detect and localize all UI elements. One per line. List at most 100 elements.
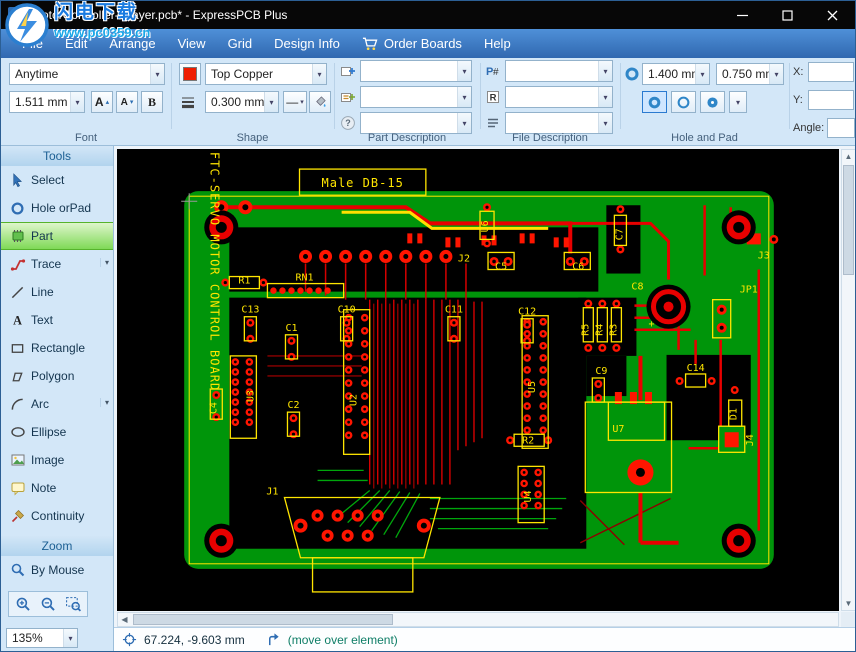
tool-trace[interactable]: Trace ▾ xyxy=(1,250,113,278)
ellipse-icon xyxy=(8,424,27,440)
font-increase-label: A xyxy=(94,95,104,109)
zoom-by-mouse[interactable]: By Mouse xyxy=(1,556,113,584)
minimize-button[interactable] xyxy=(720,1,765,29)
titlebar: MotorController-2Layer.pcb* - ExpressPCB… xyxy=(1,1,855,29)
tool-polygon[interactable]: Polygon xyxy=(1,362,113,390)
hole-diameter-select[interactable]: 0.750 mm▾ xyxy=(716,63,784,85)
chevron-down-icon: ▾ xyxy=(695,64,709,84)
close-icon xyxy=(827,10,838,20)
menu-label: Arrange xyxy=(109,36,156,51)
part-desc-combo-1[interactable]: ▾ xyxy=(360,60,472,82)
menu-design-info[interactable]: Design Info xyxy=(263,29,351,58)
component-label: U6 xyxy=(480,220,491,232)
pcb-canvas[interactable]: Male DB-15 FTC-SERVO MOTOR CONTROL BOARD… xyxy=(117,149,839,611)
component-label: C1 xyxy=(285,323,297,334)
trace-icon xyxy=(8,256,27,272)
vertical-scrollbar[interactable]: ▲ ▼ xyxy=(841,149,855,611)
font-increase-button[interactable]: A ▴ xyxy=(91,91,113,113)
tool-image[interactable]: Image xyxy=(1,446,113,474)
tool-arc[interactable]: Arc ▾ xyxy=(1,390,113,418)
font-family-select[interactable]: Anytime ▾ xyxy=(9,63,165,85)
font-size-select[interactable]: 1.511 mm ▾ xyxy=(9,91,85,113)
component-label: J2 xyxy=(458,253,470,264)
tools-list: Select Hole orPad Part Trace ▾ Line A Text Recta… xyxy=(1,166,113,530)
menu-label: File xyxy=(22,36,43,51)
maximize-button[interactable] xyxy=(765,1,810,29)
menu-label: Order Boards xyxy=(383,36,462,51)
layer-select[interactable]: Top Copper ▾ xyxy=(205,63,327,85)
font-decrease-button[interactable]: A ▾ xyxy=(116,91,138,113)
tool-ellipse[interactable]: Ellipse xyxy=(1,418,113,446)
statusbar: 67.224, -9.603 mm (move over element) xyxy=(114,627,855,651)
line-style-button[interactable]: — ▾ xyxy=(283,91,307,113)
menu-label: Design Info xyxy=(274,36,340,51)
tool-note[interactable]: Note xyxy=(1,474,113,502)
chevron-down-icon[interactable]: ▾ xyxy=(99,258,109,267)
canvas-area: Male DB-15 FTC-SERVO MOTOR CONTROL BOARD… xyxy=(114,146,855,629)
file-desc-combo-2[interactable]: ▾ xyxy=(505,86,613,108)
tool-text[interactable]: A Text xyxy=(1,306,113,334)
zoom-level-value: 135% xyxy=(12,631,43,645)
magnifier-mouse-icon xyxy=(8,562,27,578)
component-label: RN1 xyxy=(295,273,313,284)
zoom-out-button[interactable] xyxy=(37,594,59,614)
zoom-out-icon xyxy=(41,597,55,611)
tool-part[interactable]: Part xyxy=(1,222,113,250)
menu-help[interactable]: Help xyxy=(473,29,522,58)
file-desc-combo-3[interactable]: ▾ xyxy=(505,112,613,134)
tool-rectangle[interactable]: Rectangle xyxy=(1,334,113,362)
position-crosshair-icon xyxy=(122,632,137,647)
component-label: C8 xyxy=(631,282,643,293)
component-label: J3 xyxy=(758,250,770,261)
menu-grid[interactable]: Grid xyxy=(217,29,264,58)
part-desc-combo-2[interactable]: ▾ xyxy=(360,86,472,108)
menu-file[interactable]: File xyxy=(11,29,54,58)
pad-type-filled-button[interactable] xyxy=(700,91,725,113)
scroll-up-arrow[interactable]: ▲ xyxy=(842,150,855,163)
pad-type-ring-button[interactable] xyxy=(671,91,696,113)
menu-view[interactable]: View xyxy=(167,29,217,58)
tool-continuity[interactable]: Continuity xyxy=(1,502,113,530)
scroll-left-arrow[interactable]: ◀ xyxy=(118,613,131,626)
vertical-scroll-thumb[interactable] xyxy=(843,165,854,275)
layer-value: Top Copper xyxy=(211,67,274,81)
pad-type-through-button[interactable] xyxy=(642,91,667,113)
close-button[interactable] xyxy=(810,1,855,29)
zoom-window-button[interactable] xyxy=(62,594,84,614)
menu-edit[interactable]: Edit xyxy=(54,29,98,58)
zoom-level-select[interactable]: 135% ▾ xyxy=(6,628,78,648)
layer-color-button[interactable] xyxy=(179,63,201,85)
hole-pad-icon xyxy=(8,200,27,216)
component-label: JP1 xyxy=(740,285,758,296)
menu-arrange[interactable]: Arrange xyxy=(98,29,166,58)
part-desc-combo-3[interactable]: ▾ xyxy=(360,112,472,134)
chevron-down-icon[interactable]: ▾ xyxy=(99,398,109,407)
increase-arrow-icon: ▴ xyxy=(105,98,110,106)
file-desc-combo-1[interactable]: ▾ xyxy=(505,60,613,82)
horizontal-scroll-thumb[interactable] xyxy=(133,614,393,625)
component-label: R5 xyxy=(580,324,591,336)
through-pad-icon xyxy=(648,96,661,108)
component-label: R4 xyxy=(594,324,605,336)
line-width-select[interactable]: 0.300 mm ▾ xyxy=(205,91,279,113)
x-input[interactable] xyxy=(808,62,854,82)
scroll-down-arrow[interactable]: ▼ xyxy=(842,597,855,610)
angle-input[interactable] xyxy=(827,118,855,138)
component-label: C6 xyxy=(572,262,584,273)
tool-select[interactable]: Select xyxy=(1,166,113,194)
tool-hole-orpad[interactable]: Hole orPad xyxy=(1,194,113,222)
horizontal-scrollbar[interactable]: ◀ xyxy=(117,612,839,627)
tool-line[interactable]: Line xyxy=(1,278,113,306)
y-input[interactable] xyxy=(808,90,854,110)
pad-diameter-select[interactable]: 1.400 mm▾ xyxy=(642,63,710,85)
component-label: C11 xyxy=(445,305,463,316)
bold-button[interactable]: B xyxy=(141,91,163,113)
component-label: J1 xyxy=(266,486,278,497)
maximize-icon xyxy=(782,9,793,21)
menu-order-boards[interactable]: Order Boards xyxy=(351,29,473,58)
pad-type-more-button[interactable]: ▾ xyxy=(729,91,747,113)
fill-button[interactable] xyxy=(309,91,331,113)
zoom-in-button[interactable] xyxy=(12,594,34,614)
part-chip-icon xyxy=(8,228,27,244)
chevron-down-icon: ▾ xyxy=(312,64,326,84)
